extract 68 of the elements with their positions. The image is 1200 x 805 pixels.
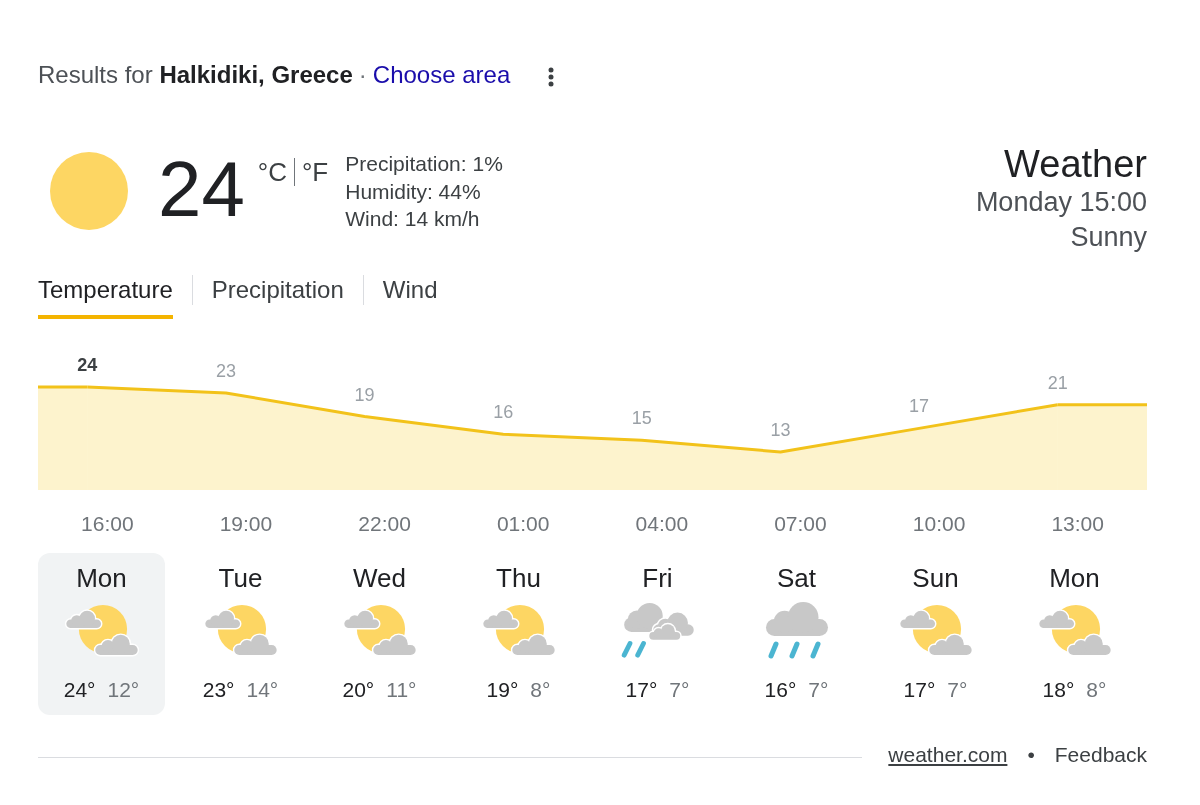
feedback-link[interactable]: Feedback	[1054, 740, 1147, 770]
data-label: 21	[1047, 372, 1068, 393]
low-temperature: 7°	[669, 677, 690, 703]
high-temperature: 18°	[1042, 677, 1075, 703]
unit-toggle[interactable]: °C	[257, 158, 287, 186]
sun-behind-clouds-icon	[63, 603, 140, 657]
time-label: 07:00	[774, 512, 827, 535]
weather-title: Weather	[1004, 144, 1147, 184]
high-temperature: 17°	[903, 677, 936, 703]
unit-toggle[interactable]: °F	[301, 158, 329, 186]
source-link[interactable]: weather.com	[888, 740, 1008, 770]
data-label: 19	[354, 384, 375, 405]
high-temperature: 23°	[202, 677, 235, 703]
sun-behind-clouds-icon	[1036, 603, 1113, 657]
day-name: Thu	[496, 562, 541, 594]
choose-area-link[interactable]: Choose area	[372, 60, 511, 90]
separator-dot: •	[1027, 742, 1035, 768]
data-label: 23	[215, 360, 236, 381]
low-temperature: 14°	[246, 677, 279, 703]
results-heading: Results for Halkidiki, Greece	[38, 60, 353, 90]
sun-behind-clouds-icon	[341, 603, 418, 657]
low-temperature: 8°	[530, 677, 551, 703]
time-label: 10:00	[912, 512, 966, 535]
chart-tab[interactable]: Wind	[382, 275, 438, 319]
low-temperature: 12°	[107, 677, 140, 703]
separator-dot: ·	[358, 60, 367, 90]
day-name: Sat	[777, 562, 816, 594]
high-temperature: 16°	[764, 677, 797, 703]
sun-behind-clouds-icon	[897, 603, 974, 657]
low-temperature: 8°	[1086, 677, 1107, 703]
day-name: Tue	[218, 562, 263, 594]
current-temperature: 24	[158, 150, 245, 228]
low-temperature: 11°	[386, 677, 417, 703]
sun-behind-clouds-icon	[202, 603, 279, 657]
clouds-with-rain-icon	[619, 601, 696, 659]
day-name: Wed	[353, 562, 406, 594]
weather-detail: Precipitation: 1%	[345, 151, 503, 177]
rain-cloud-icon	[763, 600, 830, 660]
data-label: 16	[493, 402, 514, 423]
time-label: 16:00	[81, 512, 134, 535]
high-temperature: 17°	[625, 677, 658, 703]
high-temperature: 24°	[63, 677, 96, 703]
data-label: 15	[631, 408, 652, 429]
weather-detail: Humidity: 44%	[345, 178, 482, 205]
day-name: Mon	[76, 562, 127, 594]
day-card[interactable]: Mon 24° 12°	[38, 553, 165, 715]
time-label: 04:00	[635, 512, 689, 535]
sun-behind-clouds-icon	[480, 603, 557, 657]
condition-text: Sunny	[1070, 221, 1147, 254]
high-temperature: 20°	[342, 677, 375, 703]
data-label: 13	[770, 420, 791, 440]
data-label: 17	[909, 396, 930, 417]
time-label: 13:00	[1051, 512, 1104, 535]
chart-tab[interactable]: Precipitation	[211, 275, 344, 319]
time-label: 19:00	[219, 512, 273, 535]
day-name: Mon	[1049, 562, 1100, 594]
weather-detail: Wind: 14 km/h	[345, 206, 481, 232]
chart-tab[interactable]: Temperature	[38, 275, 173, 319]
day-name: Fri	[642, 562, 673, 594]
low-temperature: 7°	[808, 677, 829, 703]
time-label: 01:00	[496, 512, 550, 535]
vertical-dots-icon	[548, 67, 555, 87]
date-time: Monday 15:00	[975, 186, 1147, 219]
high-temperature: 19°	[486, 677, 519, 703]
day-name: Sun	[912, 562, 959, 594]
time-label: 22:00	[358, 512, 411, 535]
data-label: 24	[77, 355, 98, 375]
low-temperature: 7°	[947, 677, 968, 703]
